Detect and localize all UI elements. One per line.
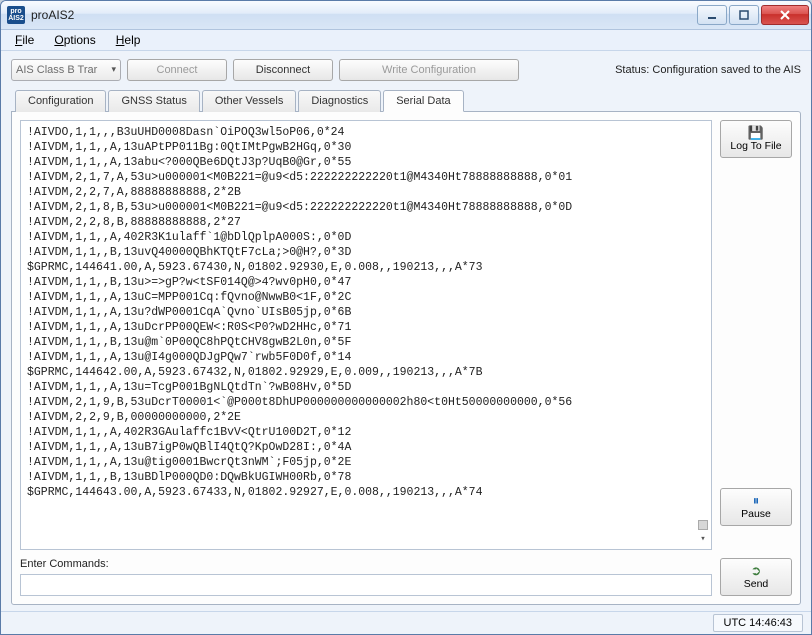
tab-diagnostics[interactable]: Diagnostics [298,90,381,112]
tab-configuration[interactable]: Configuration [15,90,106,112]
content-area: AIS Class B Trar ▾ Connect Disconnect Wr… [1,51,811,611]
spacer [720,164,792,482]
minimize-button[interactable] [697,5,727,25]
write-config-button[interactable]: Write Configuration [339,59,519,81]
serial-left-column: !AIVDO,1,1,,,B3uUHD0008Dasn`OiPOQ3wl5oP0… [20,120,712,596]
menubar: File Options Help [1,30,811,51]
commands-input[interactable] [20,574,712,596]
titlebar: proAIS2 proAIS2 [1,1,811,30]
maximize-button[interactable] [729,5,759,25]
app-icon: proAIS2 [7,6,25,24]
menu-help[interactable]: Help [108,31,149,49]
log-to-file-label: Log To File [730,140,781,152]
utc-clock: UTC 14:46:43 [713,614,803,632]
save-icon: 💾 [748,126,764,139]
toolbar: AIS Class B Trar ▾ Connect Disconnect Wr… [11,59,801,81]
send-icon: ➲ [751,564,762,577]
device-combo[interactable]: AIS Class B Trar ▾ [11,59,121,81]
close-button[interactable] [761,5,809,25]
pause-icon: ⏸ [753,494,760,507]
tab-strip: Configuration GNSS Status Other Vessels … [11,89,801,111]
pause-button[interactable]: ⏸ Pause [720,488,792,526]
tab-serial-data[interactable]: Serial Data [383,90,463,112]
device-combo-text: AIS Class B Trar [16,64,97,76]
tab-panel-serial-data: !AIVDO,1,1,,,B3uUHD0008Dasn`OiPOQ3wl5oP0… [11,111,801,605]
tab-other-vessels[interactable]: Other Vessels [202,90,296,112]
scrollbar[interactable]: ▾ [697,520,709,547]
tab-gnss-status[interactable]: GNSS Status [108,90,199,112]
chevron-down-icon: ▾ [111,64,116,75]
menu-options[interactable]: Options [46,31,103,49]
serial-output[interactable]: !AIVDO,1,1,,,B3uUHD0008Dasn`OiPOQ3wl5oP0… [20,120,712,550]
send-label: Send [744,578,769,590]
commands-label: Enter Commands: [20,558,712,570]
pause-label: Pause [741,508,771,520]
window-controls [697,5,809,25]
app-window: proAIS2 proAIS2 File Options Help AIS Cl… [0,0,812,635]
side-buttons: 💾 Log To File ⏸ Pause ➲ Send [720,120,792,596]
log-to-file-button[interactable]: 💾 Log To File [720,120,792,158]
scroll-down-icon[interactable]: ▾ [700,532,705,547]
scroll-thumb[interactable] [698,520,708,530]
status-label: Status: Configuration saved to the AIS [615,64,801,76]
statusbar: UTC 14:46:43 [1,611,811,634]
disconnect-button[interactable]: Disconnect [233,59,333,81]
menu-file[interactable]: File [7,31,42,49]
window-title: proAIS2 [31,8,697,22]
connect-button[interactable]: Connect [127,59,227,81]
send-button[interactable]: ➲ Send [720,558,792,596]
